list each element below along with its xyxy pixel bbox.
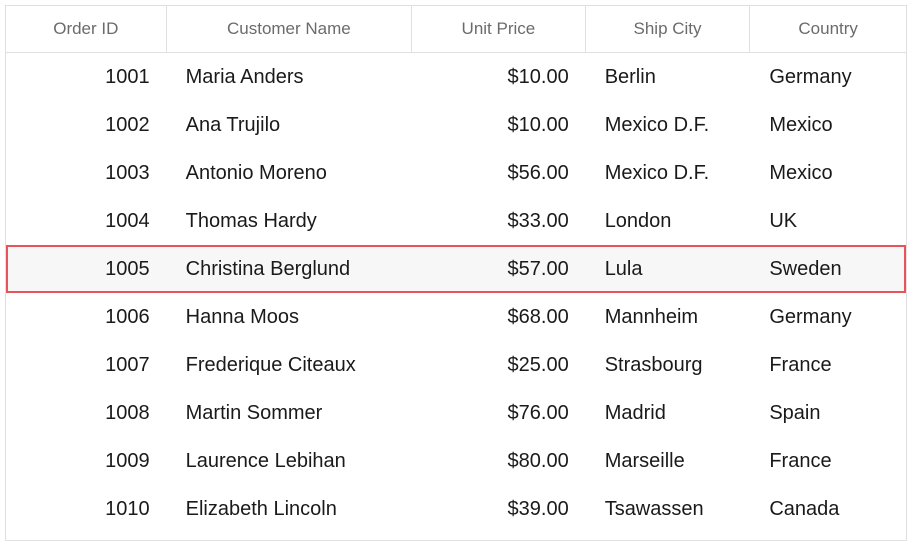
cell-customer-name[interactable]: Elizabeth Lincoln <box>167 498 412 521</box>
cell-order-id[interactable]: 1007 <box>6 354 167 377</box>
grid-header-row: Order ID Customer Name Unit Price Ship C… <box>6 6 906 53</box>
cell-ship-city[interactable]: Lula <box>586 258 751 281</box>
cell-country[interactable]: France <box>750 354 906 377</box>
cell-unit-price[interactable]: $33.00 <box>412 210 586 233</box>
cell-country[interactable]: Spain <box>750 402 906 425</box>
cell-customer-name[interactable]: Laurence Lebihan <box>167 450 412 473</box>
cell-unit-price[interactable]: $10.00 <box>412 66 586 89</box>
table-row[interactable]: 1004 Thomas Hardy $33.00 London UK <box>6 197 906 245</box>
cell-customer-name[interactable]: Maria Anders <box>167 66 412 89</box>
column-header-order-id[interactable]: Order ID <box>6 6 167 52</box>
table-row[interactable]: 1008 Martin Sommer $76.00 Madrid Spain <box>6 389 906 437</box>
cell-customer-name[interactable]: Christina Berglund <box>167 258 412 281</box>
cell-order-id[interactable]: 1009 <box>6 450 167 473</box>
column-header-ship-city[interactable]: Ship City <box>586 6 751 52</box>
cell-order-id[interactable]: 1005 <box>6 258 167 281</box>
cell-unit-price[interactable]: $57.00 <box>412 258 586 281</box>
cell-ship-city[interactable]: Mannheim <box>586 306 751 329</box>
cell-ship-city[interactable]: Mexico D.F. <box>586 114 751 137</box>
cell-country[interactable]: France <box>750 450 906 473</box>
table-row[interactable]: 1010 Elizabeth Lincoln $39.00 Tsawassen Cana… <box>6 485 906 533</box>
cell-customer-name[interactable]: Martin Sommer <box>167 402 412 425</box>
table-row[interactable]: 1002 Ana Trujilo $10.00 Mexico D.F. Mexico <box>6 101 906 149</box>
cell-ship-city[interactable]: Strasbourg <box>586 354 751 377</box>
cell-order-id[interactable]: 1002 <box>6 114 167 137</box>
cell-country[interactable]: Mexico <box>750 114 906 137</box>
cell-unit-price[interactable]: $10.00 <box>412 114 586 137</box>
cell-customer-name[interactable]: Antonio Moreno <box>167 162 412 185</box>
table-row[interactable]: 1003 Antonio Moreno $56.00 Mexico D.F. Mexic… <box>6 149 906 197</box>
cell-country[interactable]: Sweden <box>750 258 906 281</box>
cell-country[interactable]: Canada <box>750 498 906 521</box>
cell-ship-city[interactable]: London <box>586 210 751 233</box>
column-header-customer-name[interactable]: Customer Name <box>167 6 413 52</box>
cell-ship-city[interactable]: Mexico D.F. <box>586 162 751 185</box>
cell-unit-price[interactable]: $76.00 <box>412 402 586 425</box>
table-row[interactable]: 1009 Laurence Lebihan $80.00 Marseille Franc… <box>6 437 906 485</box>
cell-order-id[interactable]: 1001 <box>6 66 167 89</box>
column-header-unit-price[interactable]: Unit Price <box>412 6 586 52</box>
cell-customer-name[interactable]: Hanna Moos <box>167 306 412 329</box>
cell-customer-name[interactable]: Thomas Hardy <box>167 210 412 233</box>
cell-ship-city[interactable]: Marseille <box>586 450 751 473</box>
cell-ship-city[interactable]: Berlin <box>586 66 751 89</box>
cell-unit-price[interactable]: $39.00 <box>412 498 586 521</box>
cell-order-id[interactable]: 1010 <box>6 498 167 521</box>
grid-body: 1001 Maria Anders $10.00 Berlin Germany 1002 A… <box>6 53 906 533</box>
cell-unit-price[interactable]: $68.00 <box>412 306 586 329</box>
cell-unit-price[interactable]: $80.00 <box>412 450 586 473</box>
cell-unit-price[interactable]: $25.00 <box>412 354 586 377</box>
cell-order-id[interactable]: 1003 <box>6 162 167 185</box>
cell-order-id[interactable]: 1004 <box>6 210 167 233</box>
data-grid: Order ID Customer Name Unit Price Ship C… <box>5 5 907 541</box>
cell-ship-city[interactable]: Madrid <box>586 402 751 425</box>
cell-country[interactable]: Mexico <box>750 162 906 185</box>
table-row[interactable]: 1001 Maria Anders $10.00 Berlin Germany <box>6 53 906 101</box>
cell-country[interactable]: Germany <box>750 306 906 329</box>
cell-country[interactable]: UK <box>750 210 906 233</box>
cell-order-id[interactable]: 1008 <box>6 402 167 425</box>
cell-unit-price[interactable]: $56.00 <box>412 162 586 185</box>
cell-order-id[interactable]: 1006 <box>6 306 167 329</box>
table-row-selected[interactable]: 1005 Christina Berglund $57.00 Lula Sweden <box>6 245 906 293</box>
cell-customer-name[interactable]: Ana Trujilo <box>167 114 412 137</box>
table-row[interactable]: 1006 Hanna Moos $68.00 Mannheim Germany <box>6 293 906 341</box>
cell-ship-city[interactable]: Tsawassen <box>586 498 751 521</box>
table-row[interactable]: 1007 Frederique Citeaux $25.00 Strasbourg Fr… <box>6 341 906 389</box>
column-header-country[interactable]: Country <box>750 6 906 52</box>
cell-country[interactable]: Germany <box>750 66 906 89</box>
cell-customer-name[interactable]: Frederique Citeaux <box>167 354 412 377</box>
